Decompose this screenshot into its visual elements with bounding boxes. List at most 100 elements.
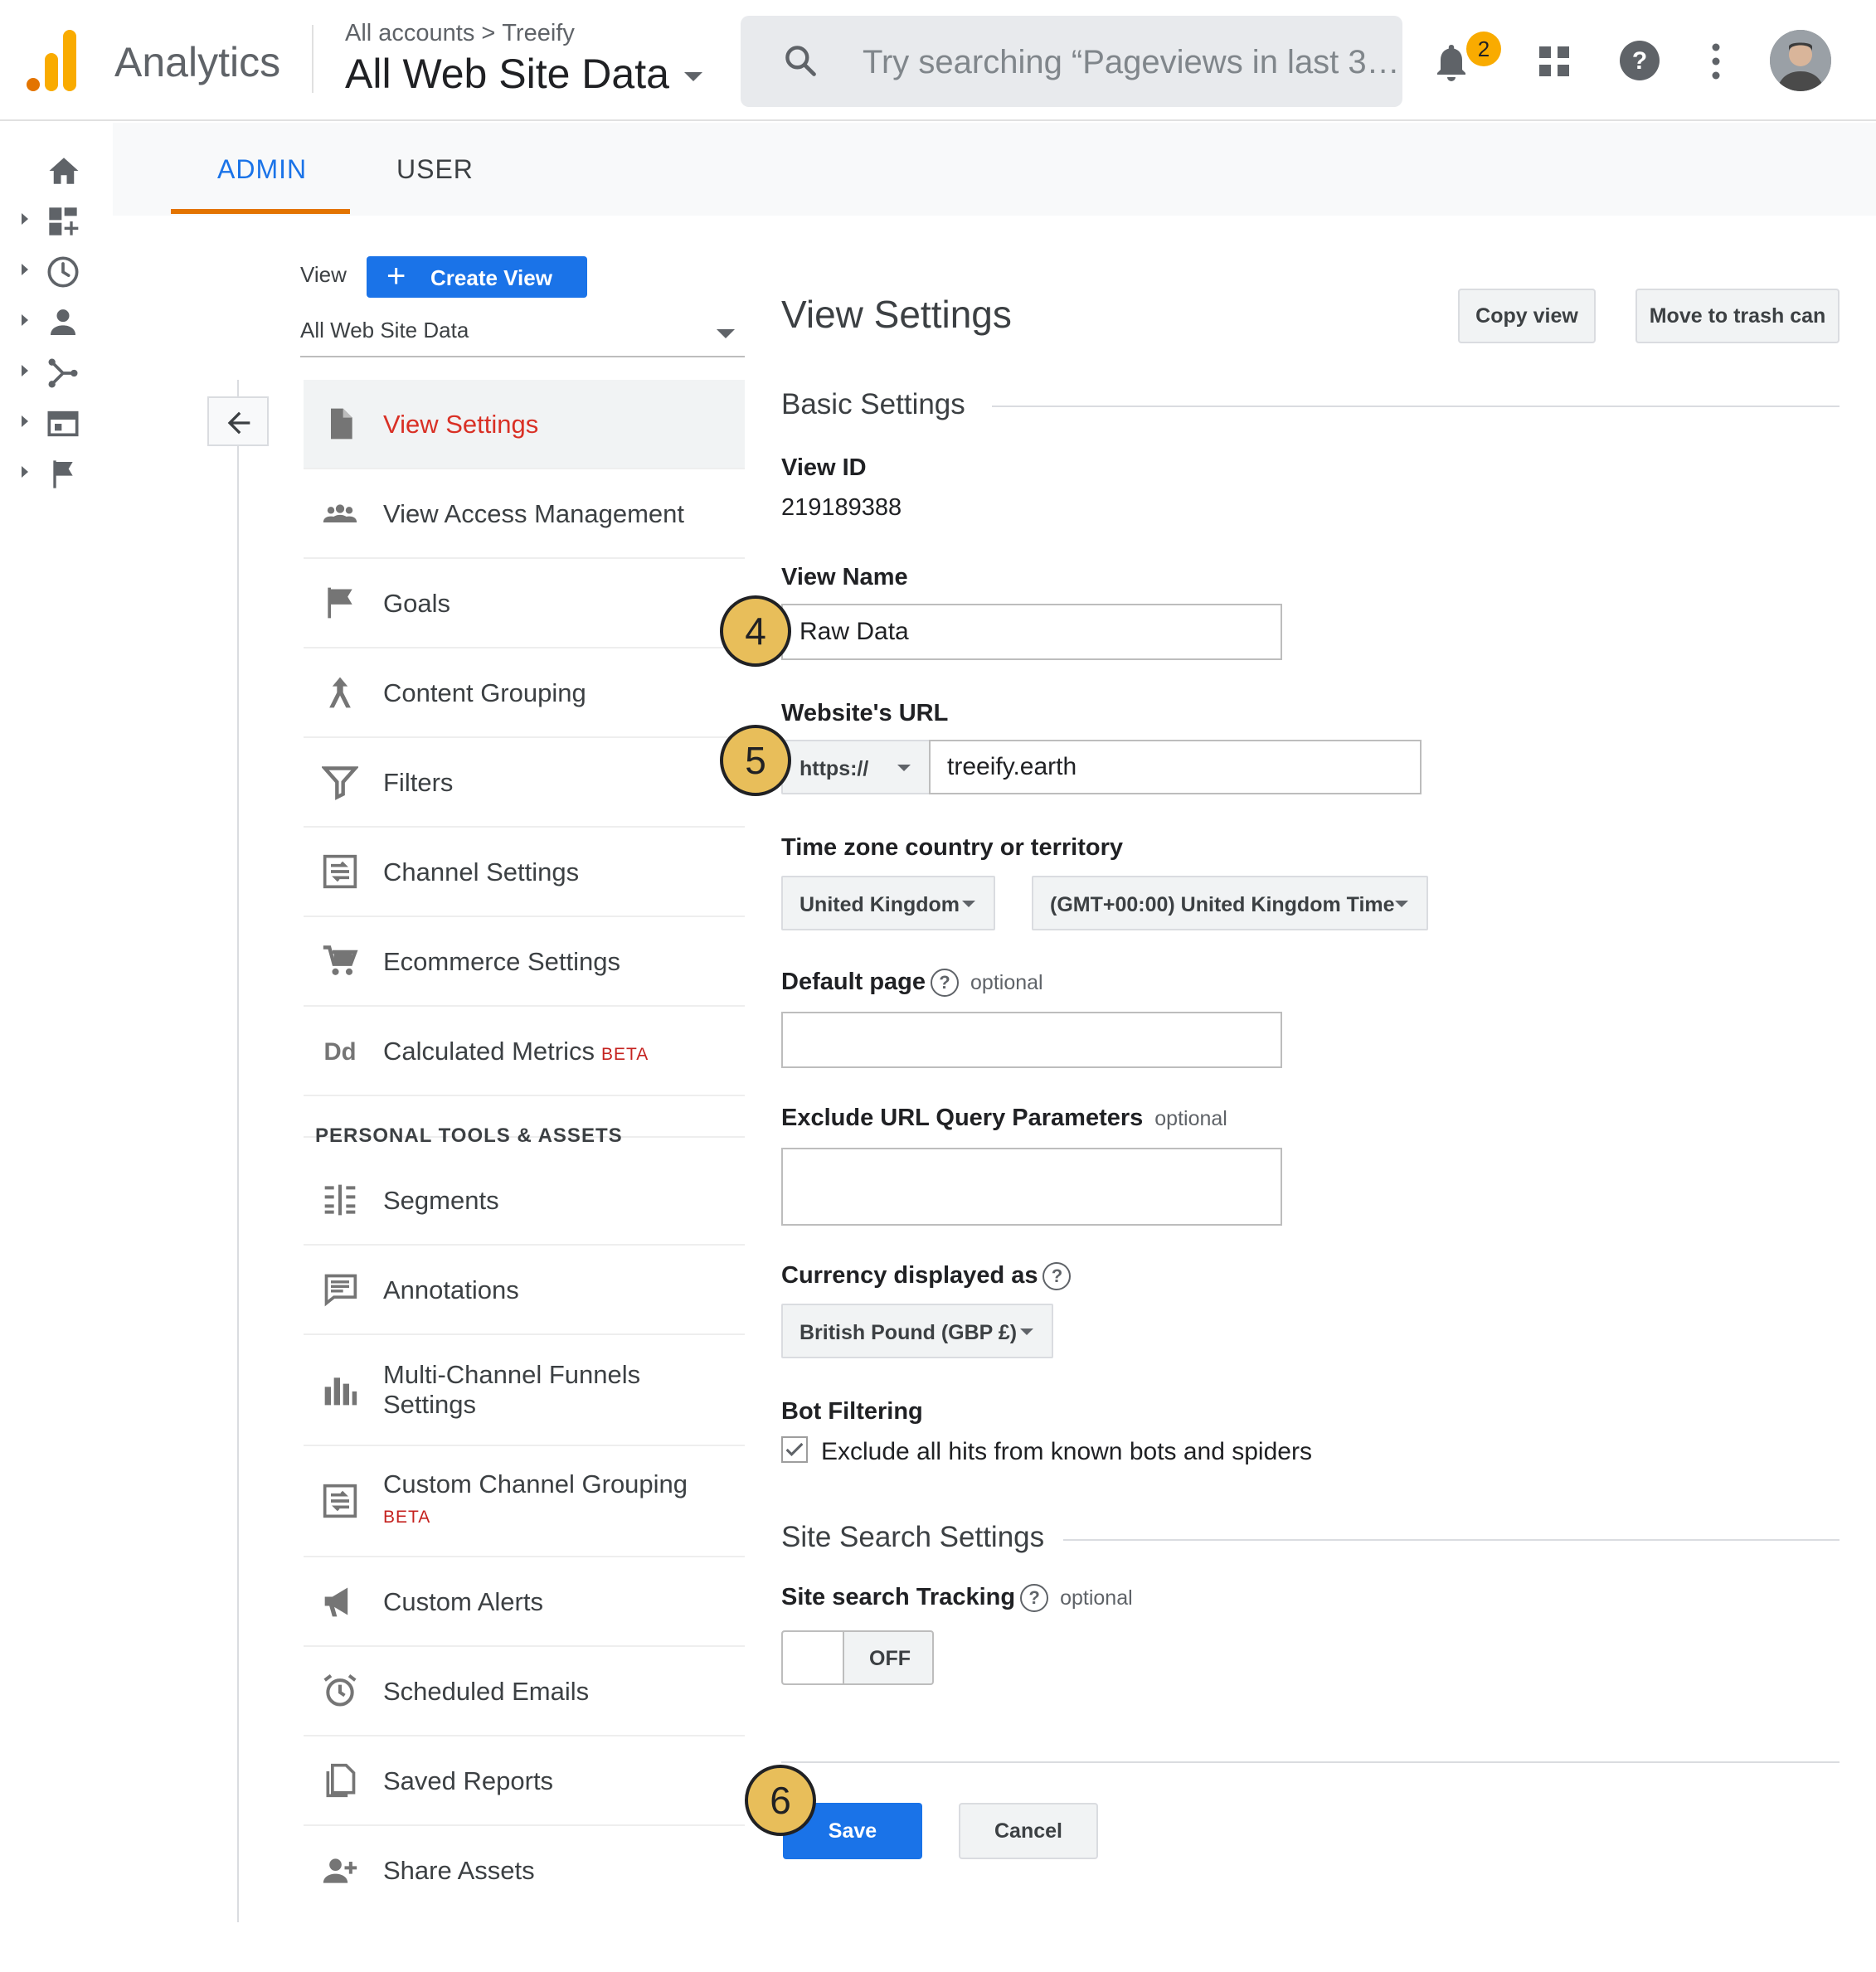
bot-filtering-text[interactable]: Exclude all hits from known bots and spi… bbox=[821, 1438, 1312, 1466]
nav-goals[interactable]: Goals bbox=[304, 559, 745, 648]
nav-channel-settings[interactable]: Channel Settings bbox=[304, 828, 745, 917]
nav-label: View Access Management bbox=[383, 499, 685, 528]
protocol-dropdown[interactable]: https:// bbox=[781, 740, 931, 794]
nav-scheduled-emails[interactable]: Scheduled Emails bbox=[304, 1647, 745, 1736]
document-icon bbox=[331, 408, 352, 440]
nav-label: Segments bbox=[383, 1186, 499, 1215]
people-icon bbox=[323, 504, 357, 522]
website-url-label: Website's URL bbox=[781, 700, 949, 726]
help-icon[interactable]: ? bbox=[1020, 1584, 1049, 1613]
help-glyph: ? bbox=[1632, 47, 1647, 75]
help-icon[interactable]: ? bbox=[1042, 1262, 1072, 1291]
back-button[interactable] bbox=[207, 396, 269, 446]
site-search-tracking-label-text: Site search Tracking bbox=[781, 1584, 1016, 1610]
avatar[interactable] bbox=[1770, 30, 1831, 91]
flag-icon bbox=[328, 587, 352, 619]
nav-saved-reports[interactable]: Saved Reports bbox=[304, 1736, 745, 1826]
rail-customization[interactable] bbox=[0, 195, 113, 245]
nav-calculated-metrics[interactable]: Dd Calculated Metrics BETA bbox=[304, 1007, 745, 1096]
move-to-trash-button[interactable]: Move to trash can bbox=[1635, 289, 1840, 343]
expand-triangle-icon bbox=[22, 415, 28, 427]
timezone-zone-dropdown[interactable]: (GMT+00:00) United Kingdom Time bbox=[1032, 876, 1428, 930]
chevron-down-icon bbox=[1020, 1328, 1033, 1335]
view-id-value: 219189388 bbox=[781, 494, 902, 521]
bot-filtering-checkbox[interactable] bbox=[781, 1436, 808, 1463]
top-bar: Analytics All accounts > Treeify All Web S… bbox=[0, 0, 1876, 121]
rail-acquisition[interactable] bbox=[0, 347, 113, 396]
more-vert-icon[interactable] bbox=[1708, 43, 1723, 80]
search-bar[interactable]: Try searching “Pageviews in last 3… bbox=[741, 16, 1402, 107]
segments-icon bbox=[324, 1184, 356, 1216]
view-name-input[interactable]: Raw Data bbox=[781, 604, 1282, 660]
nav-view-settings[interactable]: View Settings bbox=[304, 380, 745, 469]
copy-view-button[interactable]: Copy view bbox=[1458, 289, 1596, 343]
nav-label: View Settings bbox=[383, 410, 539, 439]
nav-content-grouping[interactable]: Content Grouping bbox=[304, 648, 745, 738]
rail-conversions[interactable] bbox=[0, 448, 113, 498]
nav-segments[interactable]: Segments bbox=[304, 1156, 745, 1246]
toggle-knob bbox=[783, 1632, 844, 1683]
notification-badge[interactable]: 2 bbox=[1466, 32, 1501, 66]
breadcrumb[interactable]: All accounts > Treeify bbox=[345, 20, 575, 47]
active-tab-indicator bbox=[171, 209, 350, 214]
plus-icon: + bbox=[386, 258, 406, 294]
optional-tag: optional bbox=[1154, 1107, 1227, 1130]
breadcrumb-account[interactable]: Treeify bbox=[502, 20, 575, 46]
analytics-logo-icon[interactable] bbox=[25, 30, 78, 91]
nav-annotations[interactable]: Annotations bbox=[304, 1246, 745, 1335]
property-view-selector[interactable]: All Web Site Data bbox=[345, 50, 702, 98]
tab-user[interactable]: USER bbox=[396, 154, 474, 185]
cancel-button[interactable]: Cancel bbox=[959, 1803, 1098, 1859]
nav-custom-channel-grouping[interactable]: Custom Channel Grouping BETA bbox=[304, 1446, 745, 1557]
rail-home[interactable] bbox=[0, 144, 113, 194]
nav-share-assets[interactable]: Share Assets bbox=[304, 1826, 745, 1916]
apps-grid-icon[interactable] bbox=[1538, 45, 1571, 78]
nav-ecommerce-settings[interactable]: Ecommerce Settings bbox=[304, 917, 745, 1007]
create-view-button[interactable]: + Create View bbox=[367, 256, 587, 298]
site-search-toggle[interactable]: OFF bbox=[781, 1630, 934, 1685]
nav-label: Custom Channel Grouping BETA bbox=[383, 1469, 688, 1532]
customization-icon bbox=[49, 207, 79, 236]
currency-dropdown[interactable]: British Pound (GBP £) bbox=[781, 1304, 1053, 1358]
column-divider bbox=[237, 380, 239, 1922]
view-column-label: View bbox=[300, 262, 347, 287]
search-input[interactable]: Try searching “Pageviews in last 3… bbox=[863, 44, 1400, 81]
bell-icon[interactable] bbox=[1431, 41, 1471, 85]
currency-label-text: Currency displayed as bbox=[781, 1262, 1038, 1289]
default-page-label: Default page? optional bbox=[781, 969, 1043, 998]
rail-audience[interactable] bbox=[0, 296, 113, 346]
rail-behavior[interactable] bbox=[0, 397, 113, 447]
tab-admin[interactable]: ADMIN bbox=[217, 154, 307, 185]
cart-icon bbox=[323, 945, 358, 975]
nav-multi-channel-funnels-settings[interactable]: Multi-Channel Funnels Settings bbox=[304, 1335, 745, 1446]
website-url-input[interactable]: treeify.earth bbox=[929, 740, 1422, 794]
breadcrumb-root[interactable]: All accounts bbox=[345, 20, 474, 46]
channel-settings-icon bbox=[323, 854, 357, 889]
rail-realtime[interactable] bbox=[0, 245, 113, 295]
exclude-params-textarea[interactable] bbox=[781, 1148, 1282, 1226]
nav-label: Calculated Metrics BETA bbox=[383, 1037, 649, 1070]
search-icon bbox=[785, 46, 816, 76]
expand-triangle-icon bbox=[22, 314, 28, 326]
nav-label-text: Calculated Metrics bbox=[383, 1037, 595, 1066]
nav-custom-alerts[interactable]: Custom Alerts bbox=[304, 1557, 745, 1647]
nav-label: Ecommerce Settings bbox=[383, 947, 620, 976]
timezone-country-dropdown[interactable]: United Kingdom bbox=[781, 876, 995, 930]
conversions-flag-icon bbox=[53, 460, 73, 488]
megaphone-icon bbox=[324, 1587, 348, 1617]
admin-user-tabs: ADMIN USER bbox=[113, 123, 1876, 216]
help-icon[interactable]: ? bbox=[931, 969, 960, 998]
chevron-down-icon bbox=[962, 901, 975, 907]
nav-label: Custom Alerts bbox=[383, 1587, 543, 1616]
help-icon[interactable]: ? bbox=[1619, 40, 1660, 81]
nav-label-line-1: Multi-Channel Funnels bbox=[383, 1360, 641, 1389]
nav-label: Multi-Channel Funnels Settings bbox=[383, 1360, 640, 1420]
annotations-icon bbox=[324, 1274, 357, 1307]
property-view-label: All Web Site Data bbox=[345, 51, 669, 97]
default-page-input[interactable] bbox=[781, 1012, 1282, 1068]
view-selector[interactable]: All Web Site Data bbox=[300, 318, 745, 357]
nav-label: Channel Settings bbox=[383, 857, 580, 886]
nav-filters[interactable]: Filters bbox=[304, 738, 745, 828]
optional-tag: optional bbox=[970, 971, 1043, 994]
nav-view-access-management[interactable]: View Access Management bbox=[304, 469, 745, 559]
